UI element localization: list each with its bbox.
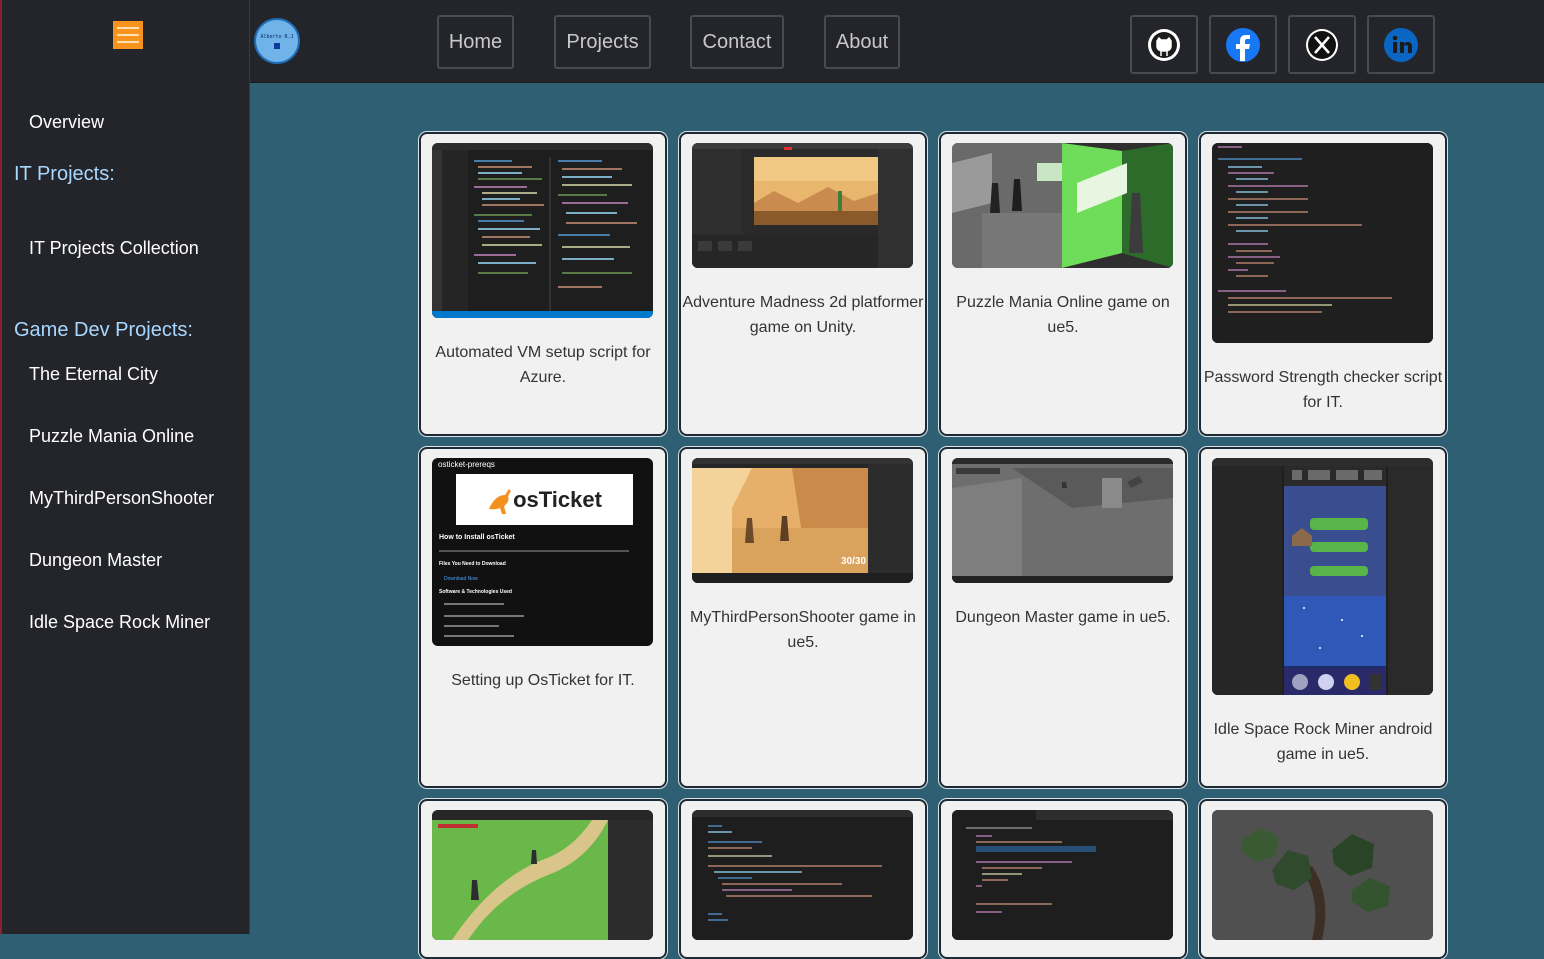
osticket-software-heading: Software & Technologies Used <box>439 589 512 595</box>
project-thumbnail <box>432 143 653 318</box>
project-card-azure-vm-script[interactable]: Automated VM setup script for Azure. <box>419 132 667 436</box>
kangaroo-icon <box>489 488 512 514</box>
facebook-icon <box>1226 27 1260 62</box>
project-caption: MyThirdPersonShooter game in ue5. <box>690 609 916 651</box>
project-thumbnail <box>1212 810 1433 940</box>
linkedin-button[interactable] <box>1367 15 1435 74</box>
project-card-osticket[interactable]: osticket-prereqs osTicket How to Install… <box>419 447 667 788</box>
text-line <box>439 550 629 552</box>
text-line <box>444 603 504 605</box>
osticket-header: osticket-prereqs <box>438 460 495 469</box>
nav-contact-button[interactable]: Contact <box>690 15 784 69</box>
project-thumbnail <box>1212 143 1433 343</box>
text-line <box>444 625 499 627</box>
ammo-counter: 30/30 <box>841 556 867 567</box>
project-card-puzzle-mania[interactable]: Puzzle Mania Online game on ue5. <box>939 132 1187 436</box>
project-thumbnail <box>432 810 653 940</box>
text-line <box>444 635 514 637</box>
text-line <box>444 615 524 617</box>
project-thumbnail <box>952 143 1173 268</box>
it-projects-heading: IT Projects: <box>14 163 115 185</box>
x-icon <box>1306 28 1338 61</box>
top-navbar: Alberto R.J Home Projects Contact About <box>250 0 1544 83</box>
game-dev-projects-heading: Game Dev Projects: <box>14 319 193 341</box>
nav-about-button[interactable]: About <box>824 15 900 69</box>
project-card-dungeon-master[interactable]: Dungeon Master game in ue5. <box>939 447 1187 788</box>
project-thumbnail <box>952 458 1173 583</box>
hamburger-menu-icon[interactable] <box>113 21 143 49</box>
sidebar-item-it-projects-collection[interactable]: IT Projects Collection <box>29 238 199 259</box>
project-card-mythirdpersonshooter[interactable]: 30/30 MyThirdPersonShooter game in ue5. <box>679 447 927 788</box>
sidebar-item-the-eternal-city[interactable]: The Eternal City <box>29 364 158 385</box>
project-caption: Adventure Madness 2d platformer game on … <box>682 294 924 336</box>
project-caption: Idle Space Rock Miner android game in ue… <box>1213 721 1433 763</box>
project-card-row3-2[interactable] <box>679 799 927 959</box>
project-thumbnail <box>692 810 913 940</box>
site-logo[interactable]: Alberto R.J <box>254 18 300 64</box>
sidebar-item-dungeon-master[interactable]: Dungeon Master <box>29 550 162 571</box>
project-thumbnail <box>692 143 913 268</box>
project-caption: Dungeon Master game in ue5. <box>955 609 1171 626</box>
project-card-password-checker[interactable]: Password Strength checker script for IT. <box>1199 132 1447 436</box>
logo-mark <box>274 42 280 49</box>
project-thumbnail <box>952 810 1173 940</box>
sidebar-item-puzzle-mania-online[interactable]: Puzzle Mania Online <box>29 426 194 447</box>
osticket-files-heading: Files You Need to Download <box>439 561 506 567</box>
project-caption: Automated VM setup script for Azure. <box>435 344 651 386</box>
github-icon <box>1148 28 1180 61</box>
osticket-download-link: Download Now <box>444 576 478 582</box>
project-caption: Password Strength checker script for IT. <box>1203 369 1443 411</box>
project-thumbnail: osticket-prereqs osTicket How to Install… <box>432 458 653 646</box>
linkedin-icon <box>1384 27 1418 62</box>
sidebar: Overview IT Projects: IT Projects Collec… <box>0 0 250 934</box>
nav-projects-button[interactable]: Projects <box>554 15 651 69</box>
facebook-button[interactable] <box>1209 15 1277 74</box>
sidebar-item-idle-space-rock-miner[interactable]: Idle Space Rock Miner <box>29 612 210 633</box>
project-card-adventure-madness[interactable]: Adventure Madness 2d platformer game on … <box>679 132 927 436</box>
project-card-row3-4[interactable] <box>1199 799 1447 959</box>
project-caption: Puzzle Mania Online game on ue5. <box>956 294 1170 336</box>
project-thumbnail <box>1212 458 1433 695</box>
project-caption: Setting up OsTicket for IT. <box>451 672 635 689</box>
project-card-idle-space-rock-miner[interactable]: Idle Space Rock Miner android game in ue… <box>1199 447 1447 788</box>
x-twitter-button[interactable] <box>1288 15 1356 74</box>
osticket-title: How to Install osTicket <box>439 534 515 541</box>
project-card-row3-1[interactable] <box>419 799 667 959</box>
project-thumbnail: 30/30 <box>692 458 913 583</box>
nav-home-button[interactable]: Home <box>437 15 514 69</box>
sidebar-item-overview[interactable]: Overview <box>29 112 104 133</box>
logo-text: Alberto R.J <box>260 33 294 40</box>
project-card-row3-3[interactable] <box>939 799 1187 959</box>
sidebar-item-mythirdpersonshooter[interactable]: MyThirdPersonShooter <box>29 488 214 509</box>
osticket-logo-banner: osTicket <box>456 474 633 525</box>
github-button[interactable] <box>1130 15 1198 74</box>
osticket-logo-text: osTicket <box>513 486 602 512</box>
